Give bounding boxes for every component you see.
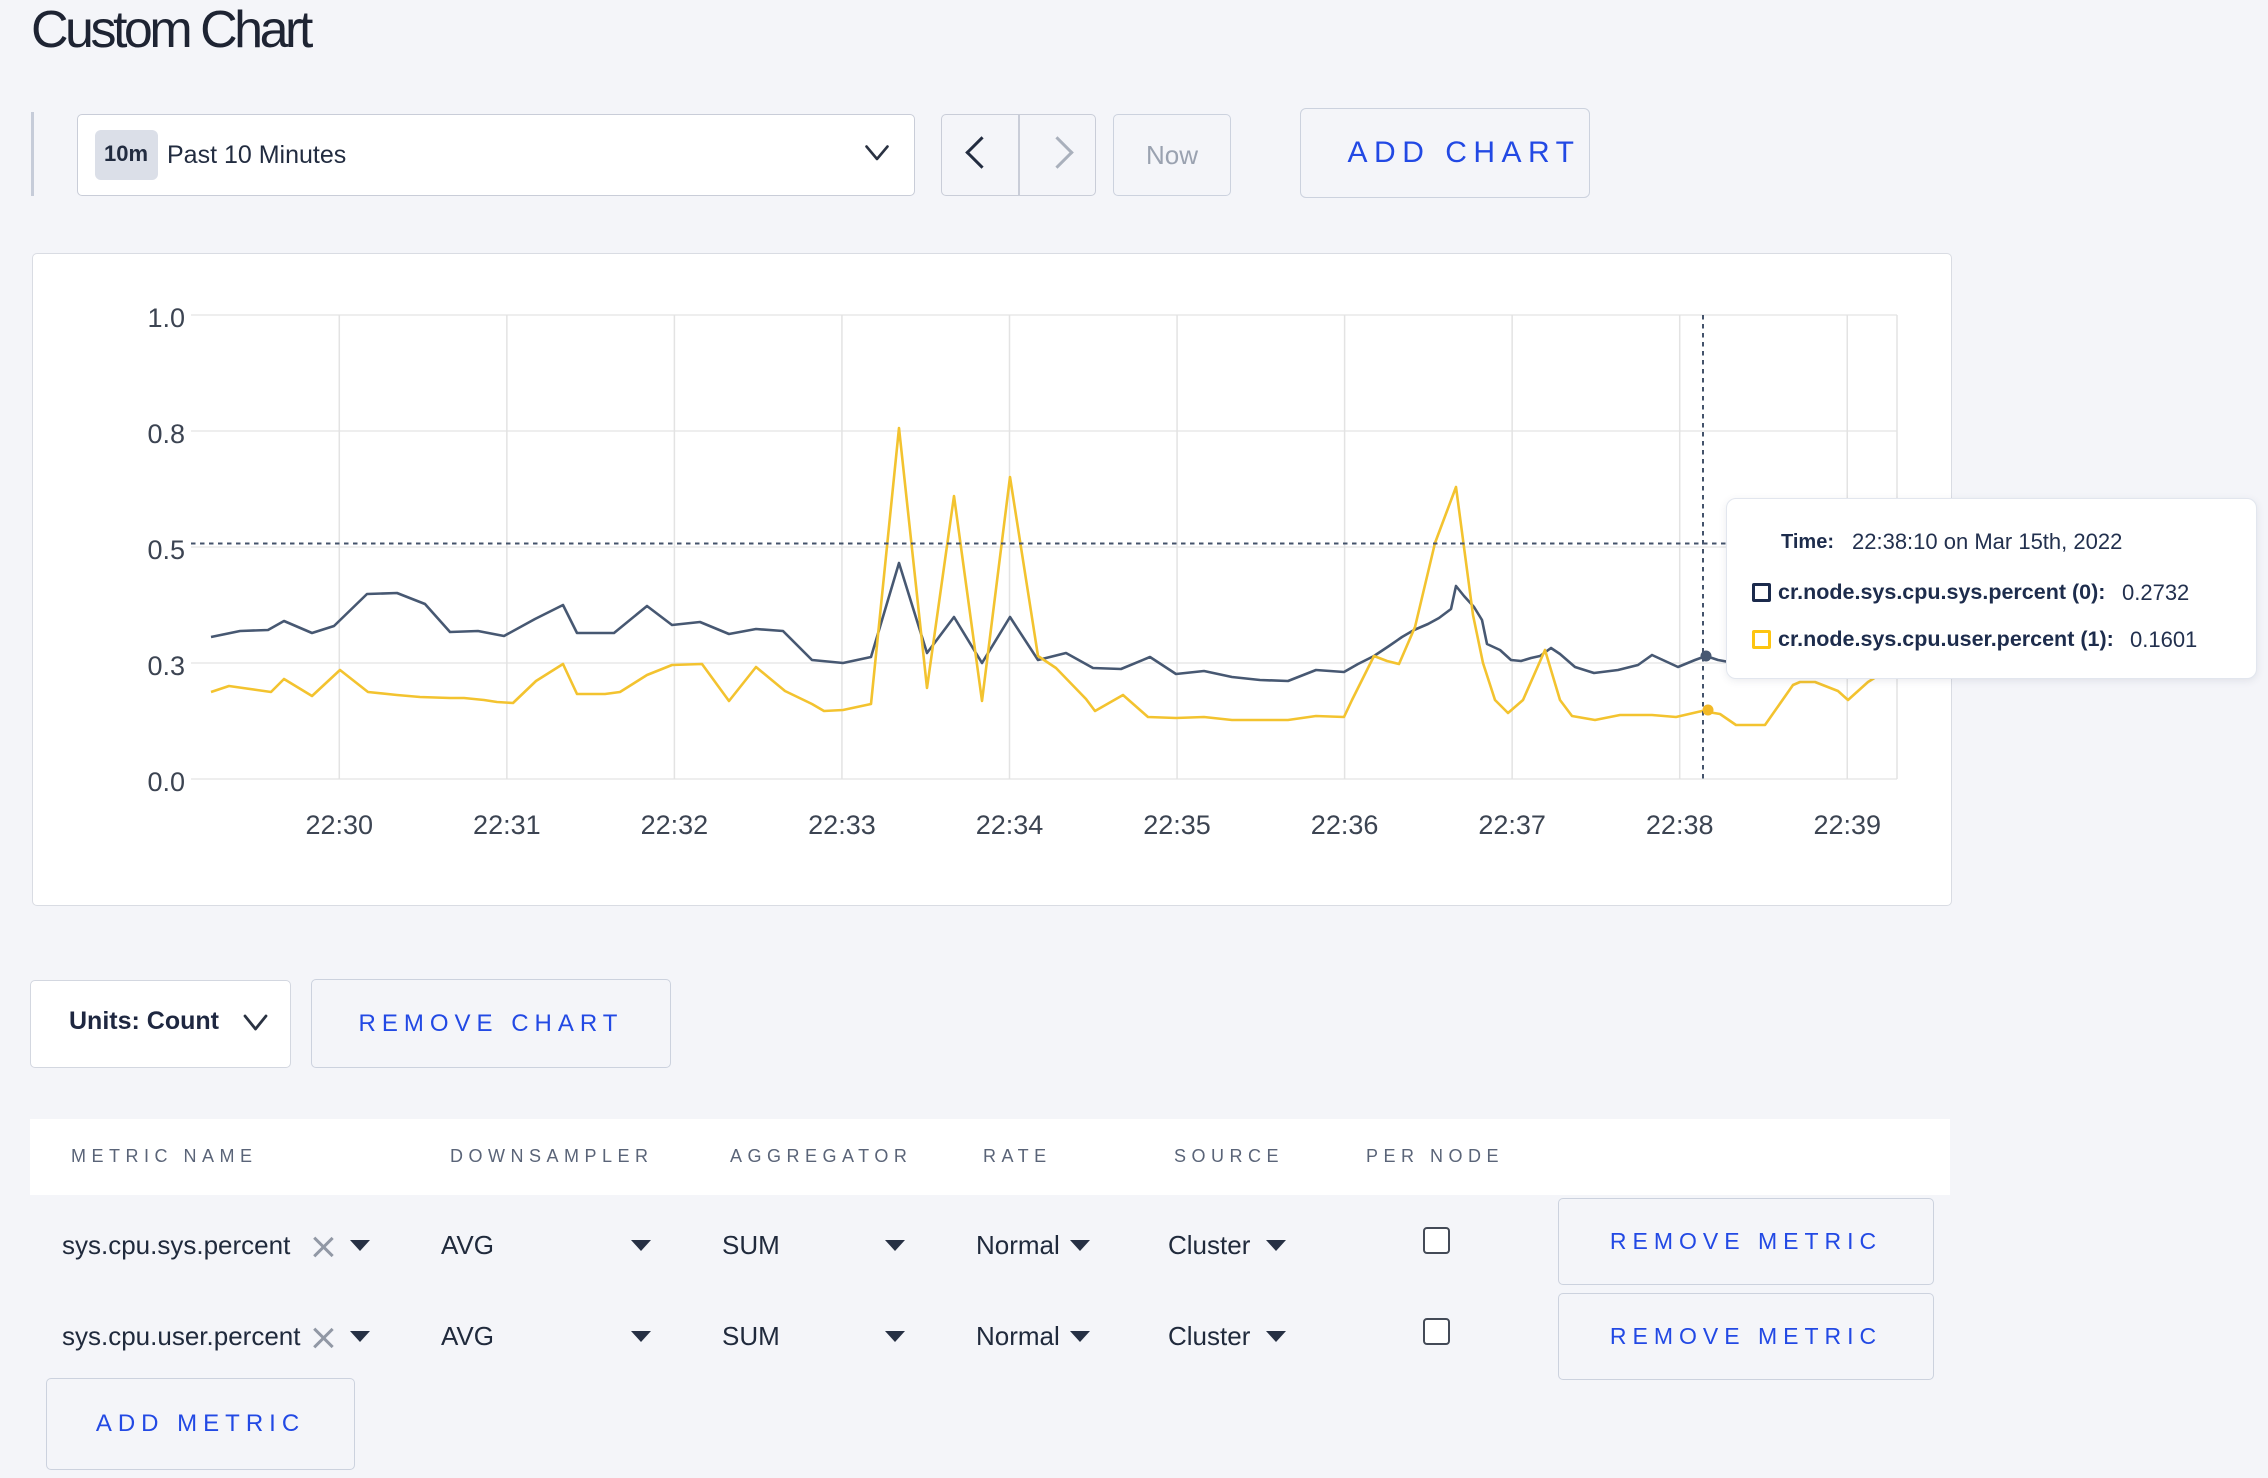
svg-text:22:38: 22:38 [1646,810,1714,840]
svg-text:22:32: 22:32 [641,810,709,840]
svg-text:22:31: 22:31 [473,810,541,840]
svg-text:22:34: 22:34 [976,810,1044,840]
svg-text:22:37: 22:37 [1478,810,1546,840]
svg-text:22:35: 22:35 [1143,810,1211,840]
svg-text:22:36: 22:36 [1311,810,1379,840]
svg-text:22:30: 22:30 [306,810,374,840]
svg-text:0.5: 0.5 [147,535,185,565]
svg-text:1.0: 1.0 [147,303,185,333]
svg-text:22:39: 22:39 [1813,810,1881,840]
svg-text:0.8: 0.8 [147,419,185,449]
svg-text:0.3: 0.3 [147,651,185,681]
svg-text:22:33: 22:33 [808,810,876,840]
svg-text:0.0: 0.0 [147,767,185,797]
